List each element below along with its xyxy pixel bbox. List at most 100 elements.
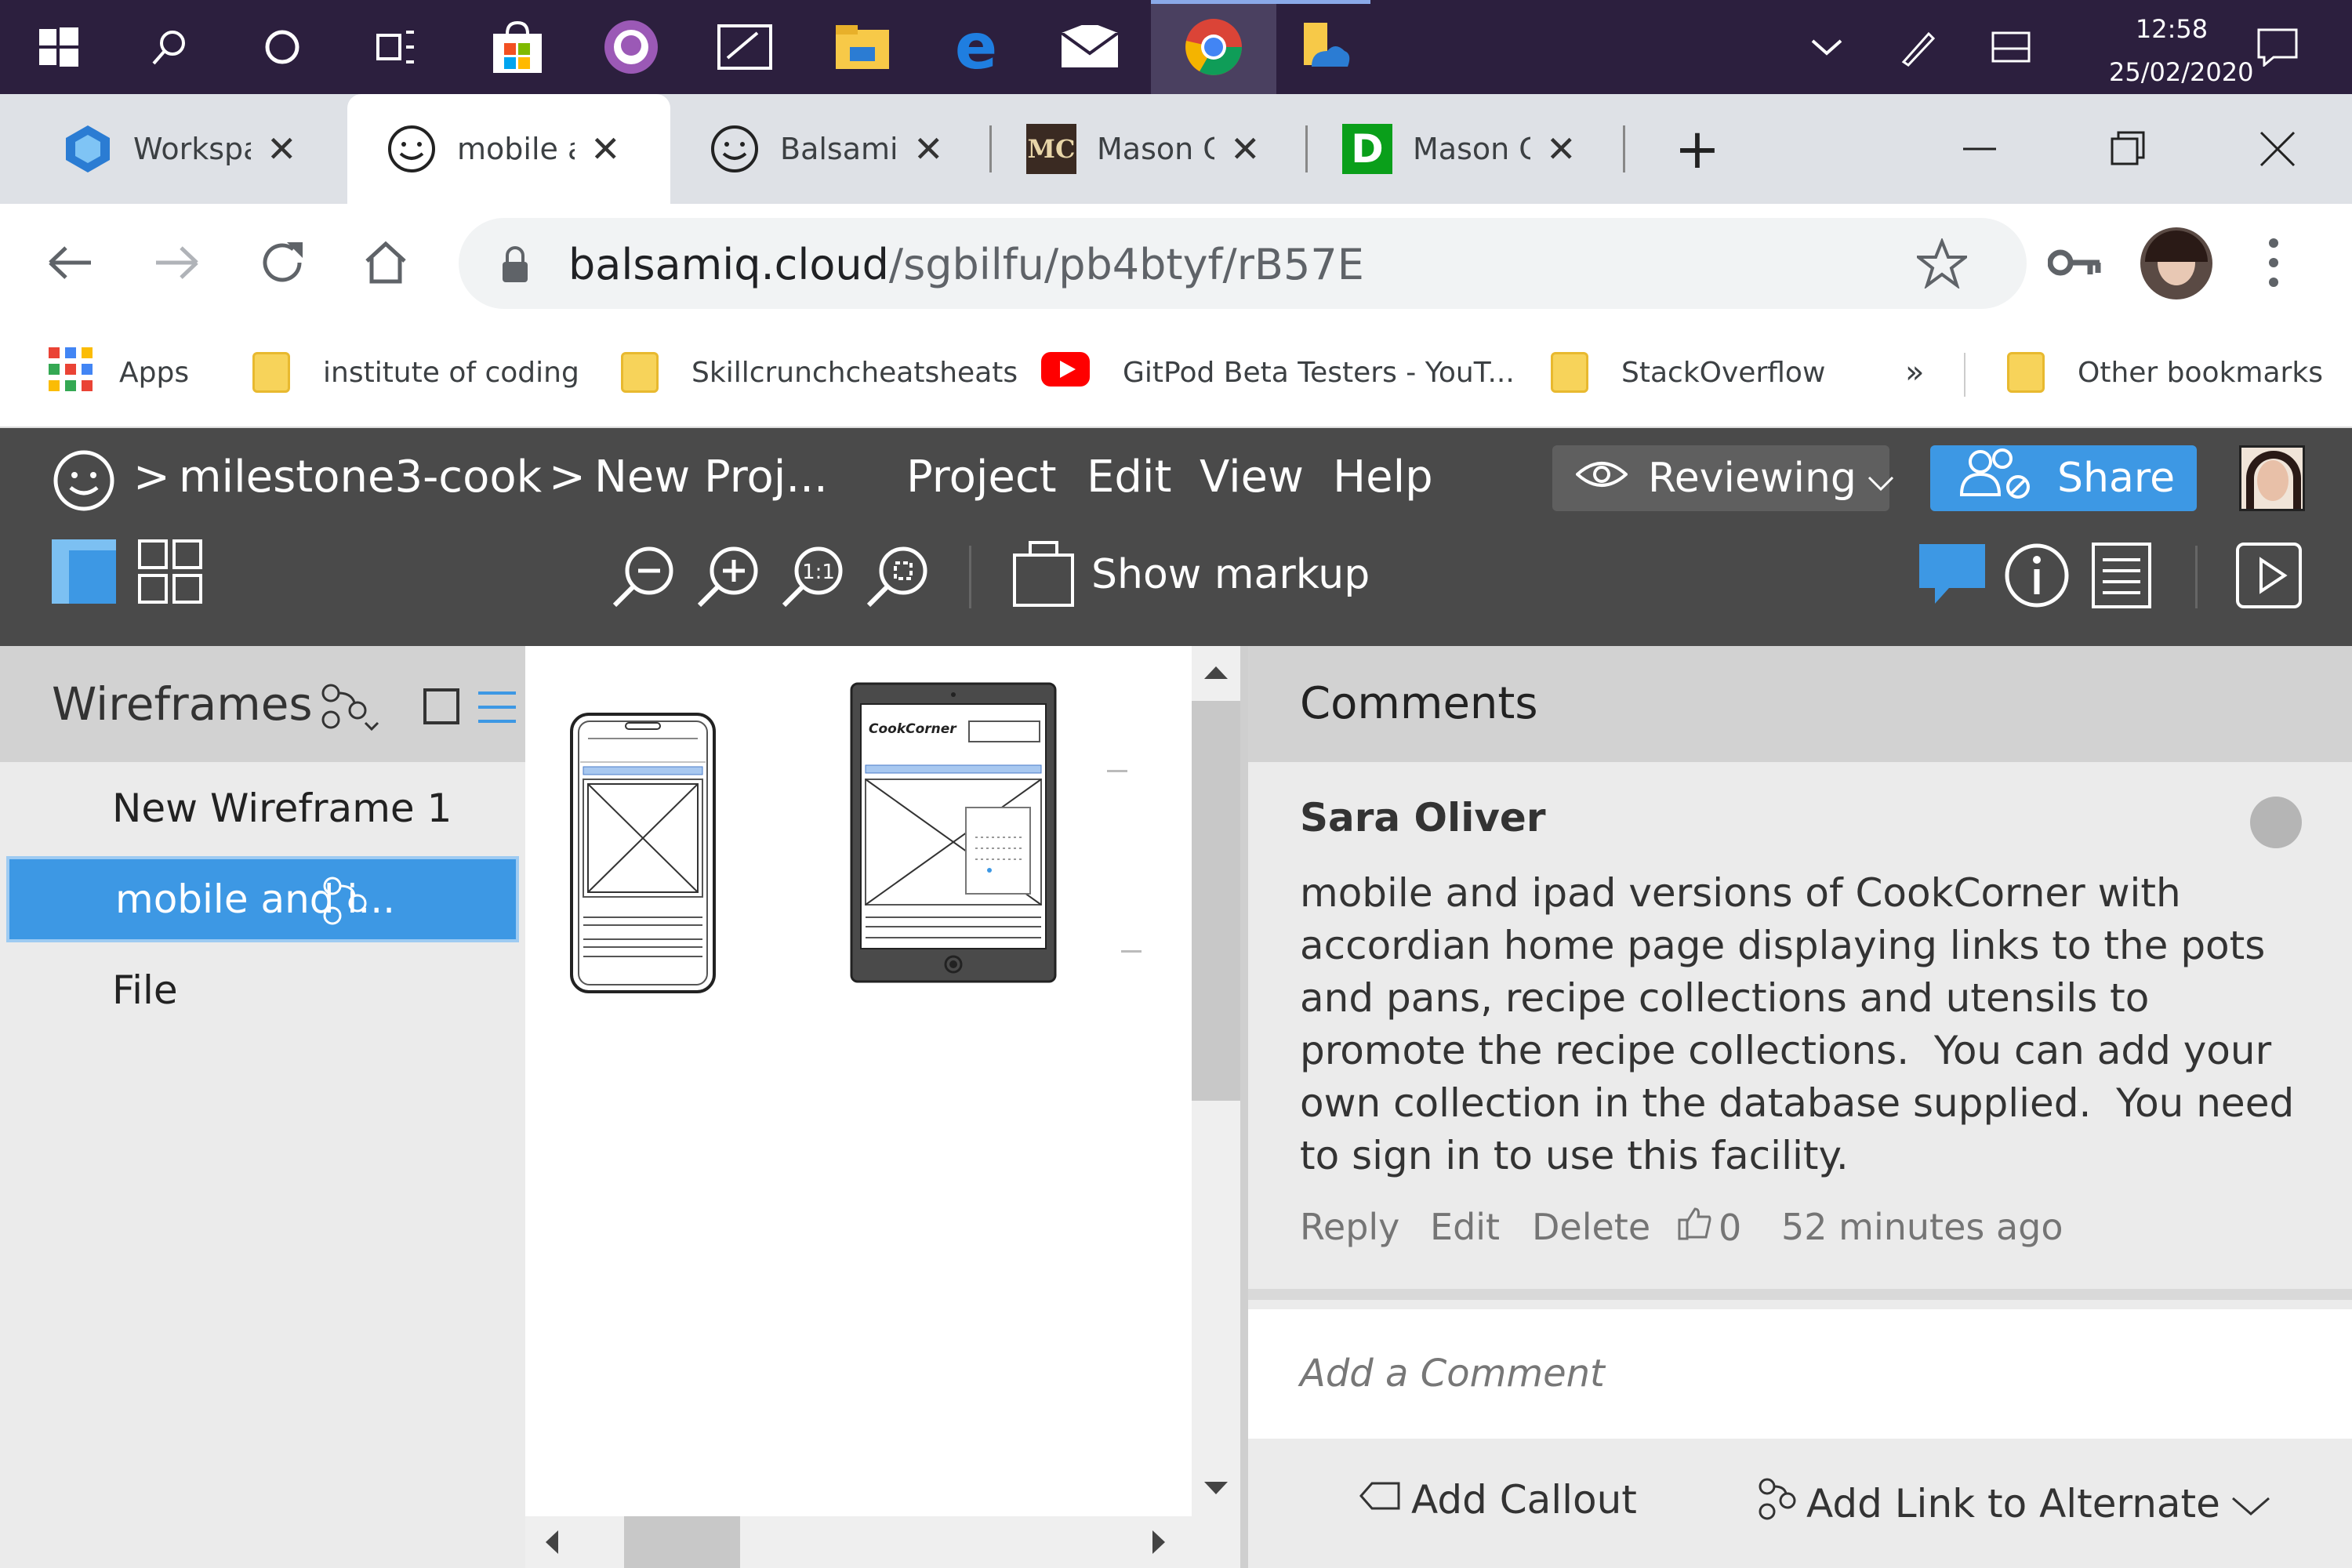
address-toolbar: balsamiq.cloud/sgbilfu/pb4btyf/rB57E — [0, 204, 2352, 321]
forward-button[interactable] — [145, 231, 208, 294]
zoom-in-icon[interactable] — [695, 544, 760, 613]
minimize-button[interactable] — [1905, 94, 2054, 204]
menu-view[interactable]: View — [1200, 452, 1304, 503]
horizontal-scroll-thumb[interactable] — [624, 1516, 740, 1568]
mail-icon[interactable] — [1051, 0, 1129, 94]
cortana-icon[interactable] — [247, 0, 318, 94]
vertical-scroll-thumb[interactable] — [1192, 701, 1240, 1101]
chevron-up-icon[interactable] — [1795, 0, 1858, 94]
horizontal-scrollbar[interactable] — [525, 1516, 1240, 1568]
notifications-icon[interactable] — [2242, 0, 2313, 94]
system-clock[interactable]: 12:58 25/02/2020 — [2109, 8, 2253, 94]
windows-start-icon[interactable] — [24, 0, 94, 94]
close-tab-icon[interactable]: ✕ — [267, 128, 297, 170]
user-avatar[interactable] — [2239, 445, 2305, 511]
close-tab-icon[interactable]: ✕ — [1546, 128, 1577, 170]
panel-divider[interactable] — [1240, 646, 1248, 1568]
bookmark-other[interactable]: Other bookmarks — [2007, 345, 2323, 400]
wireframe-item-label: File — [112, 967, 178, 1013]
edit-link[interactable]: Edit — [1430, 1206, 1500, 1248]
toolbar-separator — [2195, 546, 2198, 608]
breadcrumb-file[interactable]: New Proj... — [594, 452, 828, 503]
wireframe-item[interactable]: New Wireframe 1 — [0, 765, 525, 851]
lock-icon[interactable] — [499, 246, 531, 287]
scroll-right-arrow-icon[interactable] — [1151, 1529, 1167, 1559]
home-button[interactable] — [354, 231, 417, 294]
alternates-icon[interactable] — [321, 877, 368, 935]
tab-balsamiq[interactable]: Balsamic ✕ — [670, 94, 992, 204]
list-view-icon[interactable] — [478, 690, 516, 728]
show-markup-button[interactable]: Show markup — [1011, 538, 1370, 612]
comment-status-dot[interactable] — [2250, 797, 2302, 848]
reviewing-dropdown[interactable]: Reviewing — [1552, 445, 1894, 511]
back-button[interactable] — [39, 231, 102, 294]
bookmark-youtube[interactable]: GitPod Beta Testers - YouT... — [1041, 345, 1515, 400]
menu-help[interactable]: Help — [1333, 452, 1433, 503]
present-play-icon[interactable] — [2236, 543, 2302, 612]
close-tab-icon[interactable]: ✕ — [590, 128, 621, 170]
zoom-actual-size-icon[interactable]: 1:1 — [779, 544, 845, 613]
close-tab-icon[interactable]: ✕ — [913, 128, 944, 170]
properties-list-icon[interactable] — [2092, 543, 2151, 612]
menu-edit[interactable]: Edit — [1087, 452, 1171, 503]
d-icon: D — [1342, 124, 1392, 174]
bookmark-folder[interactable]: StackOverflow — [1551, 345, 1825, 400]
tab-workspace[interactable]: Workspa ✕ — [0, 94, 345, 204]
chrome-icon[interactable] — [1151, 0, 1276, 94]
bookmark-folder[interactable]: institute of coding — [252, 345, 579, 400]
scroll-down-arrow-icon[interactable] — [1203, 1480, 1229, 1499]
tab-mason-1[interactable]: MC Mason C ✕ — [992, 94, 1305, 204]
wireframe-canvas[interactable]: CookCorner — [525, 646, 1192, 1568]
bookmark-apps[interactable]: Apps — [49, 345, 189, 400]
reply-link[interactable]: Reply — [1300, 1206, 1399, 1248]
new-tab-button[interactable]: + — [1623, 94, 1772, 204]
menu-project[interactable]: Project — [906, 452, 1057, 503]
tablet-mockup[interactable]: CookCorner — [850, 682, 1057, 986]
wireframe-item-selected[interactable]: mobile and i... — [6, 856, 519, 942]
onedrive-icon[interactable] — [1276, 0, 1370, 94]
close-window-button[interactable] — [2203, 94, 2352, 204]
more-menu-icon[interactable] — [2258, 235, 2289, 293]
close-tab-icon[interactable]: ✕ — [1230, 128, 1261, 170]
task-view-icon[interactable] — [361, 0, 431, 94]
tab-mason-2[interactable]: D Mason C ✕ — [1308, 94, 1625, 204]
phone-mockup[interactable] — [569, 712, 717, 997]
grid-view-icon[interactable] — [138, 539, 202, 607]
restore-button[interactable] — [2054, 94, 2203, 204]
key-icon[interactable] — [2047, 243, 2103, 285]
zoom-fit-icon[interactable] — [864, 544, 930, 613]
omnibox[interactable]: balsamiq.cloud/sgbilfu/pb4btyf/rB57E — [459, 218, 2027, 309]
thumbnail-view-icon[interactable] — [423, 688, 459, 728]
scroll-left-arrow-icon[interactable] — [544, 1529, 560, 1559]
bookmarks-overflow-button[interactable]: » — [1905, 345, 1924, 400]
pen-icon[interactable] — [1882, 0, 1952, 94]
share-button[interactable]: Share — [1930, 445, 2197, 511]
zoom-out-icon[interactable] — [610, 544, 676, 613]
profile-avatar[interactable] — [2140, 227, 2212, 299]
github-icon[interactable] — [592, 0, 670, 94]
add-callout-button[interactable]: Add Callout — [1358, 1477, 1637, 1523]
star-icon[interactable] — [1914, 237, 1970, 292]
store-icon[interactable] — [478, 0, 557, 94]
add-link-alternate-button[interactable]: Add Link to Alternate — [1758, 1477, 2270, 1530]
edge-icon[interactable]: e — [937, 0, 1015, 94]
balsamiq-logo-icon[interactable] — [52, 448, 116, 516]
reload-button[interactable] — [251, 231, 314, 294]
delete-link[interactable]: Delete — [1532, 1206, 1650, 1248]
comments-icon[interactable] — [1918, 543, 1987, 608]
search-icon[interactable] — [133, 0, 204, 94]
bookmark-folder[interactable]: Skillcrunchcheatsheats — [621, 345, 1018, 400]
vertical-scrollbar[interactable] — [1192, 646, 1240, 1516]
file-explorer-icon[interactable] — [823, 0, 902, 94]
scroll-up-arrow-icon[interactable] — [1203, 665, 1229, 684]
single-view-icon[interactable] — [52, 539, 116, 604]
whiteboard-icon[interactable] — [706, 0, 784, 94]
wireframe-item[interactable]: File — [0, 947, 525, 1033]
tablet-mode-icon[interactable] — [1976, 0, 2046, 94]
alternates-icon[interactable] — [320, 682, 383, 735]
tab-mobile[interactable]: mobile a ✕ — [347, 94, 670, 204]
add-comment-input[interactable]: Add a Comment — [1248, 1309, 2352, 1439]
info-icon[interactable] — [2004, 543, 2070, 612]
breadcrumb-project[interactable]: milestone3-cook — [179, 452, 542, 503]
like-button[interactable]: 0 — [1678, 1206, 1741, 1249]
